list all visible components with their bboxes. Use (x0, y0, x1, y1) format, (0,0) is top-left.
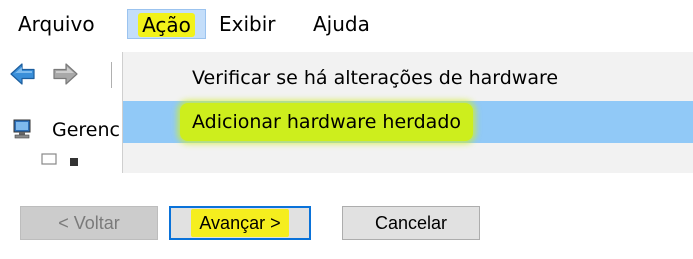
action-dropdown-menu: Verificar se há alterações de hardware A… (122, 52, 693, 173)
next-wizard-button[interactable]: Avançar > (169, 206, 311, 240)
menu-arquivo[interactable]: Arquivo (12, 9, 101, 39)
menu-item-add-legacy-hardware[interactable]: Adicionar hardware herdado (123, 101, 693, 143)
menu-bar: Arquivo Ação Exibir Ajuda (0, 0, 693, 52)
next-wizard-button-label: Avançar > (191, 209, 289, 237)
cancel-wizard-button[interactable]: Cancelar (342, 206, 480, 240)
menu-acao-label: Ação (138, 13, 195, 37)
menu-item-add-legacy-hardware-label: Adicionar hardware herdado (180, 103, 474, 141)
menu-item-scan-hardware[interactable]: Verificar se há alterações de hardware (123, 57, 693, 99)
tree-root-label: Gerenc (52, 119, 120, 141)
toolbar-separator (111, 62, 112, 88)
forward-button[interactable] (50, 59, 80, 89)
tree-child-icon (41, 153, 78, 166)
back-wizard-button: < Voltar (20, 206, 158, 240)
computer-icon (13, 119, 31, 139)
wizard-button-bar: < Voltar Avançar > Cancelar (0, 186, 693, 259)
forward-arrow-icon (53, 63, 78, 85)
back-arrow-icon (10, 63, 35, 85)
menu-item-scan-hardware-label: Verificar se há alterações de hardware (192, 67, 559, 89)
menu-exibir[interactable]: Exibir (213, 9, 282, 39)
device-manager-window: Arquivo Ação Exibir Ajuda Gerenc Verific… (0, 0, 693, 173)
menu-ajuda[interactable]: Ajuda (307, 9, 376, 39)
toolbar (0, 52, 125, 97)
menu-acao[interactable]: Ação (127, 9, 206, 39)
device-tree: Gerenc (0, 100, 122, 173)
back-button[interactable] (8, 59, 38, 89)
